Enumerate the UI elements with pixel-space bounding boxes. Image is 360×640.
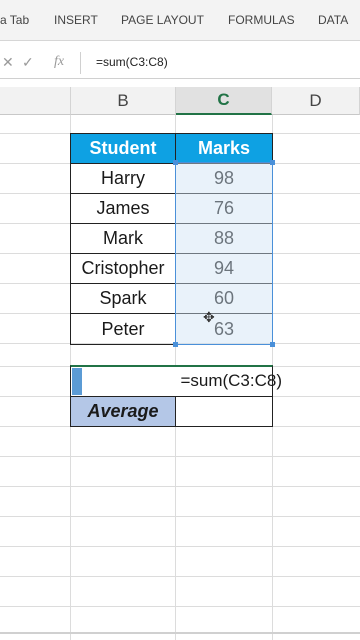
- tab-page-layout[interactable]: PAGE LAYOUT: [121, 13, 204, 27]
- marks-cell[interactable]: 98: [176, 164, 273, 194]
- column-header-d[interactable]: D: [272, 87, 360, 115]
- marks-cell[interactable]: 63: [176, 314, 273, 345]
- formula-bar: ✕ ✓ fx =sum(C3:C8): [0, 48, 360, 79]
- marks-cell[interactable]: 88: [176, 224, 273, 254]
- gridline: [0, 606, 360, 607]
- student-name-cell[interactable]: Peter: [70, 314, 176, 345]
- student-name-cell[interactable]: Spark: [70, 284, 176, 314]
- check-icon[interactable]: ✓: [22, 54, 34, 71]
- formula-bar-divider: [80, 52, 81, 74]
- tab-data[interactable]: DATA: [318, 13, 348, 27]
- column-header-c[interactable]: C: [176, 87, 272, 115]
- gridline: [0, 516, 360, 517]
- gridline: [0, 456, 360, 457]
- marks-cell[interactable]: 94: [176, 254, 273, 284]
- cell-fill-marker: [72, 368, 82, 395]
- header-marks[interactable]: Marks: [176, 133, 273, 164]
- formula-in-cell[interactable]: =sum(C3:C8): [180, 371, 282, 391]
- column-header-b[interactable]: B: [71, 87, 176, 115]
- gridline: [0, 576, 360, 577]
- tab-partial[interactable]: a Tab: [0, 13, 29, 27]
- fx-icon[interactable]: fx: [54, 54, 64, 70]
- selection-handle[interactable]: [270, 160, 275, 165]
- student-name-cell[interactable]: Cristopher: [70, 254, 176, 284]
- student-name-cell[interactable]: James: [70, 194, 176, 224]
- average-label[interactable]: Average: [70, 397, 176, 427]
- selection-handle[interactable]: [270, 342, 275, 347]
- average-value[interactable]: [176, 397, 273, 427]
- marks-cell[interactable]: 76: [176, 194, 273, 224]
- formula-input[interactable]: =sum(C3:C8): [96, 55, 168, 69]
- gridline: [0, 486, 360, 487]
- bottom-edge: [0, 632, 360, 634]
- student-name-cell[interactable]: Mark: [70, 224, 176, 254]
- ribbon: a Tab INSERT PAGE LAYOUT FORMULAS DATA: [0, 0, 360, 41]
- column-header-a[interactable]: [0, 87, 71, 115]
- header-student[interactable]: Student: [70, 133, 176, 164]
- tab-formulas[interactable]: FORMULAS: [228, 13, 295, 27]
- formula-edit-cell[interactable]: =sum(C3:C8): [70, 365, 282, 397]
- student-name-cell[interactable]: Harry: [70, 164, 176, 194]
- marks-cell[interactable]: 60: [176, 284, 273, 314]
- x-icon[interactable]: ✕: [2, 54, 14, 71]
- gridline: [0, 546, 360, 547]
- selection-handle[interactable]: [173, 342, 178, 347]
- tab-insert[interactable]: INSERT: [54, 13, 98, 27]
- move-cursor-icon: ✥: [203, 309, 215, 325]
- selection-handle[interactable]: [173, 160, 178, 165]
